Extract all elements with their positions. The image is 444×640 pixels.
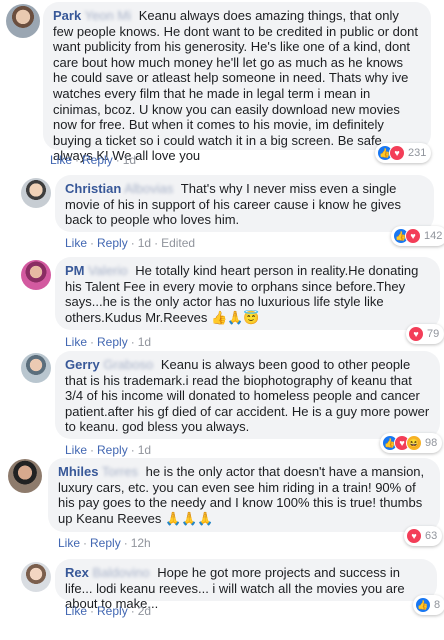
reactions-summary[interactable]: 👍 ♥ 231 (375, 143, 432, 163)
commenter-name[interactable]: Christian (65, 181, 121, 196)
reaction-count: 142 (424, 230, 443, 242)
timestamp[interactable]: 1d (138, 335, 151, 349)
commenter-name[interactable]: PM (65, 263, 85, 278)
comment-bubble: PM Valerio He totally kind heart person … (55, 257, 440, 330)
love-icon: ♥ (389, 145, 405, 161)
comment-actions: Like · Reply · 12h (58, 536, 151, 550)
like-link[interactable]: Like (65, 604, 87, 618)
reaction-count: 98 (425, 437, 438, 449)
love-icon: ♥ (405, 228, 421, 244)
like-link[interactable]: Like (50, 153, 72, 167)
reaction-count: 63 (425, 530, 438, 542)
avatar[interactable] (6, 4, 40, 38)
reaction-count: 79 (427, 328, 440, 340)
comment-bubble: Rex Baldovino Hope he got more projects … (55, 559, 437, 611)
like-link[interactable]: Like (58, 536, 80, 550)
timestamp[interactable]: 1d (123, 153, 136, 167)
comment-actions: Like · Reply · 1d (50, 153, 137, 167)
commenter-surname: Graboso (103, 357, 154, 372)
commenter-surname: Baldovino (92, 565, 150, 580)
reply-link[interactable]: Reply (97, 335, 128, 349)
comment-actions: Like · Reply · 1d (65, 443, 152, 457)
timestamp[interactable]: 1d (138, 443, 151, 457)
avatar[interactable] (8, 459, 42, 493)
reply-link[interactable]: Reply (97, 236, 128, 250)
edited-label[interactable]: Edited (161, 236, 195, 250)
reply-link[interactable]: Reply (97, 604, 128, 618)
comment-bubble: Christian Albovias That's why I never mi… (55, 175, 434, 232)
timestamp[interactable]: 1d (138, 236, 151, 250)
reply-link[interactable]: Reply (90, 536, 121, 550)
haha-icon: 😆 (406, 435, 422, 451)
commenter-surname: Torres (101, 464, 138, 479)
commenter-name[interactable]: Gerry (65, 357, 100, 372)
reactions-summary[interactable]: ♥ 79 (406, 324, 444, 344)
comment-text: Keanu always does amazing things, that o… (53, 8, 418, 164)
like-link[interactable]: Like (65, 335, 87, 349)
comment-bubble: Gerry Graboso Keanu is always been good … (55, 351, 440, 439)
timestamp[interactable]: 12h (131, 536, 151, 550)
reaction-count: 8 (434, 599, 441, 611)
love-icon: ♥ (406, 528, 422, 544)
avatar[interactable] (21, 178, 51, 208)
reply-link[interactable]: Reply (82, 153, 113, 167)
comment-bubble: Mhiles Torres he is the only actor that … (48, 458, 440, 532)
comment-actions: Like · Reply · 1d · Edited (65, 236, 196, 250)
commenter-surname: Valerio (88, 263, 128, 278)
like-link[interactable]: Like (65, 236, 87, 250)
reaction-count: 231 (408, 147, 427, 159)
commenter-surname: Albovias (124, 181, 174, 196)
comment-actions: Like · Reply · 2d (65, 604, 152, 618)
reactions-summary[interactable]: 👍 8 (413, 595, 444, 615)
avatar[interactable] (21, 562, 51, 592)
like-icon: 👍 (415, 597, 431, 613)
commenter-name[interactable]: Mhiles (58, 464, 98, 479)
reply-link[interactable]: Reply (97, 443, 128, 457)
timestamp[interactable]: 2d (138, 604, 151, 618)
reactions-summary[interactable]: 👍 ♥ 142 (391, 226, 444, 246)
commenter-surname: Yeon Mi (84, 8, 132, 23)
reactions-summary[interactable]: 👍 ♥ 😆 98 (380, 433, 443, 453)
reactions-summary[interactable]: ♥ 63 (404, 526, 443, 546)
comment-bubble: Park Yeon Mi Keanu always does amazing t… (43, 2, 431, 163)
love-icon: ♥ (408, 326, 424, 342)
like-link[interactable]: Like (65, 443, 87, 457)
commenter-name[interactable]: Park (53, 8, 81, 23)
avatar[interactable] (21, 260, 51, 290)
comment-actions: Like · Reply · 1d (65, 335, 152, 349)
avatar[interactable] (21, 353, 51, 383)
commenter-name[interactable]: Rex (65, 565, 89, 580)
